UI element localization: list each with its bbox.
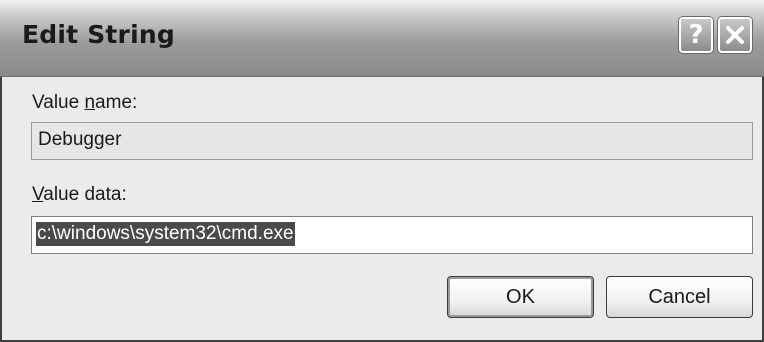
edit-string-dialog: Edit String ? Value name: Debugger Value… — [0, 0, 764, 342]
close-button[interactable] — [718, 17, 752, 53]
value-data-label: Value data: — [32, 184, 127, 205]
value-data-input[interactable]: c:\windows\system32\cmd.exe — [31, 216, 753, 254]
ok-button[interactable]: OK — [447, 276, 594, 318]
help-button[interactable]: ? — [679, 17, 713, 53]
cancel-button[interactable]: Cancel — [606, 276, 753, 318]
ok-button-label: OK — [506, 285, 535, 308]
value-data-text: c:\windows\system32\cmd.exe — [36, 222, 295, 246]
dialog-title: Edit String — [22, 20, 175, 49]
help-icon: ? — [688, 20, 704, 50]
value-name-text: Debugger — [38, 129, 122, 150]
value-name-field: Debugger — [31, 122, 753, 160]
value-name-label: Value name: — [32, 92, 138, 113]
title-bar[interactable]: Edit String ? — [0, 0, 764, 77]
close-icon — [726, 26, 744, 44]
cancel-button-label: Cancel — [648, 285, 711, 308]
